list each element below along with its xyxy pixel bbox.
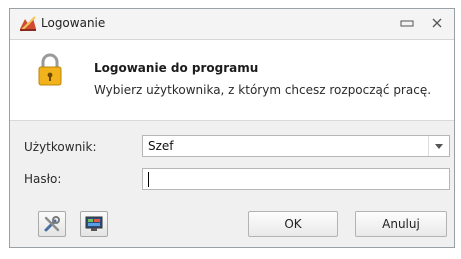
user-select[interactable]: Szef xyxy=(142,135,450,157)
close-icon xyxy=(432,18,442,28)
app-logo-icon xyxy=(19,16,37,32)
monitor-button[interactable] xyxy=(80,211,108,237)
login-dialog: Logowanie Logowanie do programu Wybierz … xyxy=(9,8,455,248)
text-caret xyxy=(148,172,149,187)
minimize-icon xyxy=(400,20,414,27)
header-subtitle: Wybierz użytkownika, z którym chcesz roz… xyxy=(94,83,432,97)
cancel-button[interactable]: Anuluj xyxy=(355,211,447,237)
minimize-button[interactable] xyxy=(396,13,418,33)
title-bar[interactable]: Logowanie xyxy=(10,9,454,40)
user-select-value: Szef xyxy=(148,139,174,153)
password-field[interactable] xyxy=(142,168,450,190)
password-label: Hasło: xyxy=(24,172,62,186)
ok-button[interactable]: OK xyxy=(248,211,338,237)
chevron-down-icon xyxy=(435,143,443,149)
close-button[interactable] xyxy=(426,13,448,33)
tools-button[interactable] xyxy=(38,211,66,237)
header-title: Logowanie do programu xyxy=(94,61,259,75)
tools-icon xyxy=(44,216,60,232)
monitor-icon xyxy=(85,216,103,231)
lock-icon xyxy=(37,53,63,87)
window-title: Logowanie xyxy=(41,16,106,30)
dialog-header: Logowanie do programu Wybierz użytkownik… xyxy=(10,40,454,121)
user-label: Użytkownik: xyxy=(24,140,97,154)
user-select-dropdown-button[interactable] xyxy=(428,136,449,156)
